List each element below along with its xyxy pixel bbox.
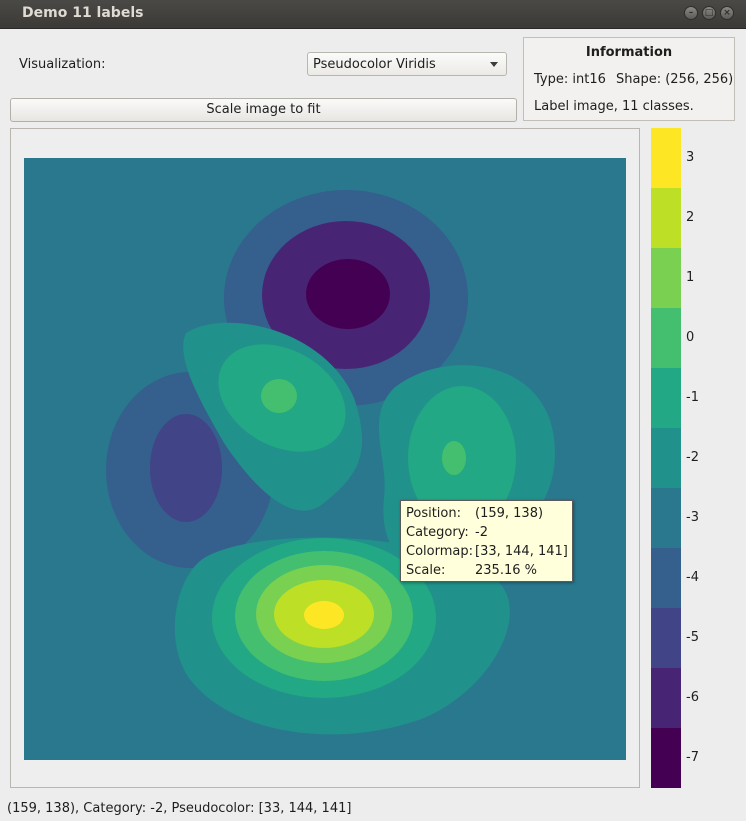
tooltip-scale-value: 235.16 % bbox=[475, 563, 537, 578]
colorbar-segment bbox=[651, 488, 681, 548]
minimize-icon: – bbox=[688, 8, 694, 18]
colorbar-label: 2 bbox=[686, 210, 695, 225]
info-heading: Information bbox=[585, 45, 673, 60]
colorbar-segment bbox=[651, 188, 681, 248]
tooltip-colormap-value: [33, 144, 141] bbox=[475, 544, 568, 559]
maximize-icon: □ bbox=[704, 8, 714, 18]
tooltip-category-value: -2 bbox=[475, 525, 488, 540]
chevron-down-icon bbox=[490, 62, 498, 67]
colorbar-label: -3 bbox=[686, 510, 699, 525]
colorbar-segment bbox=[651, 548, 681, 608]
colorbar-label: -7 bbox=[686, 750, 699, 765]
title-bar: Demo 11 labels – □ × bbox=[0, 0, 746, 29]
visualization-value: Pseudocolor Viridis bbox=[313, 57, 436, 72]
colorbar-label: -1 bbox=[686, 390, 699, 405]
tooltip-colormap-key: Colormap: bbox=[406, 544, 473, 559]
info-type: Type: int16 bbox=[534, 72, 606, 87]
maximize-button[interactable]: □ bbox=[702, 6, 716, 20]
colorbar-segment bbox=[651, 128, 681, 188]
colorbar-segment bbox=[651, 308, 681, 368]
colorbar-label: 0 bbox=[686, 330, 695, 345]
status-bar-text: (159, 138), Category: -2, Pseudocolor: [… bbox=[7, 801, 352, 816]
visualization-select[interactable]: Pseudocolor Viridis bbox=[307, 52, 507, 76]
colorbar-segment bbox=[651, 728, 681, 788]
window-title: Demo 11 labels bbox=[22, 5, 144, 21]
minimize-button[interactable]: – bbox=[684, 6, 698, 20]
info-description: Label image, 11 classes. bbox=[534, 99, 694, 114]
colorbar-segment bbox=[651, 428, 681, 488]
tooltip-scale-key: Scale: bbox=[406, 563, 446, 578]
colorbar-label: -4 bbox=[686, 570, 699, 585]
pixel-tooltip: Position: (159, 138) Category: -2 Colorm… bbox=[400, 500, 573, 582]
colorbar-segment bbox=[651, 368, 681, 428]
colorbar-label: 3 bbox=[686, 150, 695, 165]
label-image[interactable] bbox=[24, 158, 626, 760]
tooltip-position-key: Position: bbox=[406, 506, 461, 521]
colorbar-segment bbox=[651, 668, 681, 728]
colorbar-segment bbox=[651, 248, 681, 308]
information-panel: Information Type: int16 Shape: (256, 256… bbox=[523, 37, 735, 121]
colorbar-segment bbox=[651, 608, 681, 668]
scale-image-button[interactable]: Scale image to fit bbox=[10, 98, 517, 122]
colorbar-label: 1 bbox=[686, 270, 695, 285]
colorbar-label: -2 bbox=[686, 450, 699, 465]
tooltip-position-value: (159, 138) bbox=[475, 506, 544, 521]
colorbar-label: -6 bbox=[686, 690, 699, 705]
visualization-label: Visualization: bbox=[19, 57, 106, 72]
colorbar-label: -5 bbox=[686, 630, 699, 645]
close-icon: × bbox=[723, 8, 731, 18]
close-button[interactable]: × bbox=[720, 6, 734, 20]
tooltip-category-key: Category: bbox=[406, 525, 469, 540]
info-shape: Shape: (256, 256) bbox=[616, 72, 734, 87]
colorbar bbox=[651, 128, 681, 788]
